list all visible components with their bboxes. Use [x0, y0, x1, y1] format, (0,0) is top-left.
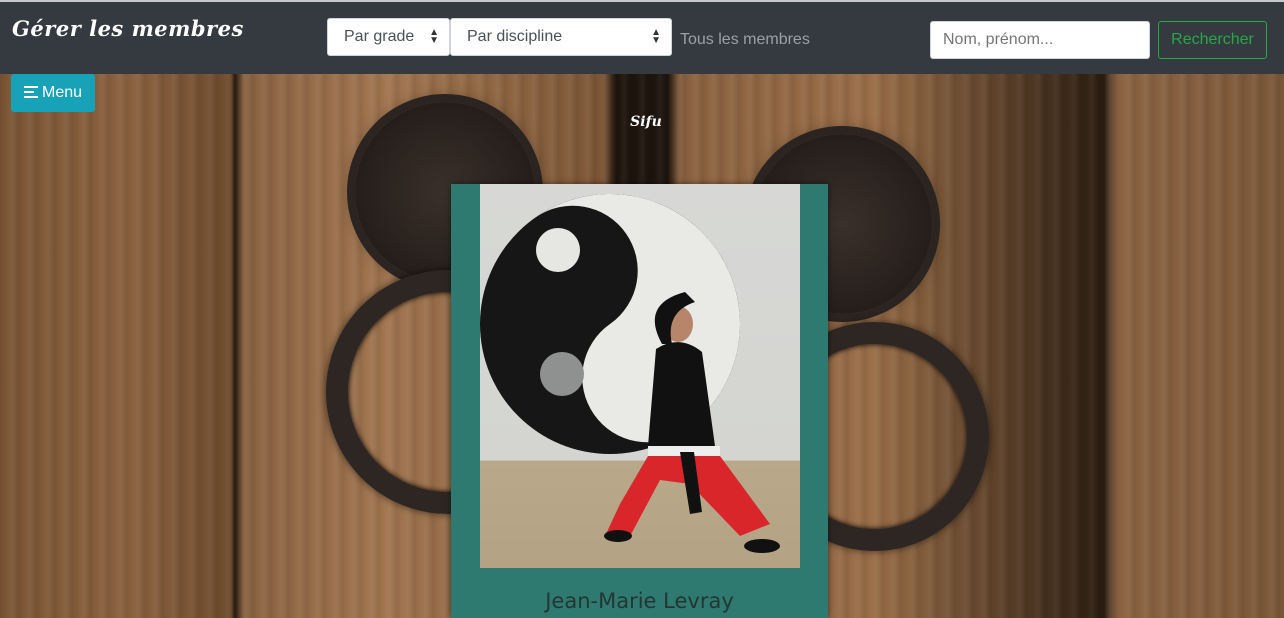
discipline-select-value: Par discipline [467, 28, 563, 45]
members-filter-label: Tous les membres [680, 31, 810, 48]
menu-button[interactable]: Menu [11, 74, 95, 112]
member-photo-illustration [480, 194, 780, 553]
sort-arrows-icon: ▲ ▼ [429, 27, 439, 46]
search-input[interactable] [930, 21, 1150, 59]
member-name[interactable]: Jean-Marie Levray [451, 589, 828, 613]
section-title: Sifu [630, 114, 662, 130]
align-left-icon [23, 86, 38, 98]
member-card[interactable]: Jean-Marie Levray [451, 184, 828, 618]
member-photo [480, 184, 800, 568]
discipline-select[interactable]: Par discipline ▲ ▼ [450, 18, 672, 56]
grade-select-value: Par grade [344, 28, 415, 45]
search-button[interactable]: Rechercher [1158, 21, 1267, 59]
sort-arrows-icon: ▲ ▼ [651, 27, 661, 46]
grade-select[interactable]: Par grade ▲ ▼ [327, 18, 450, 56]
top-navbar: Gérer les membres Par grade ▲ ▼ Par disci… [0, 0, 1284, 74]
brand-title[interactable]: Gérer les membres [12, 16, 244, 41]
menu-button-label: Menu [41, 84, 83, 101]
